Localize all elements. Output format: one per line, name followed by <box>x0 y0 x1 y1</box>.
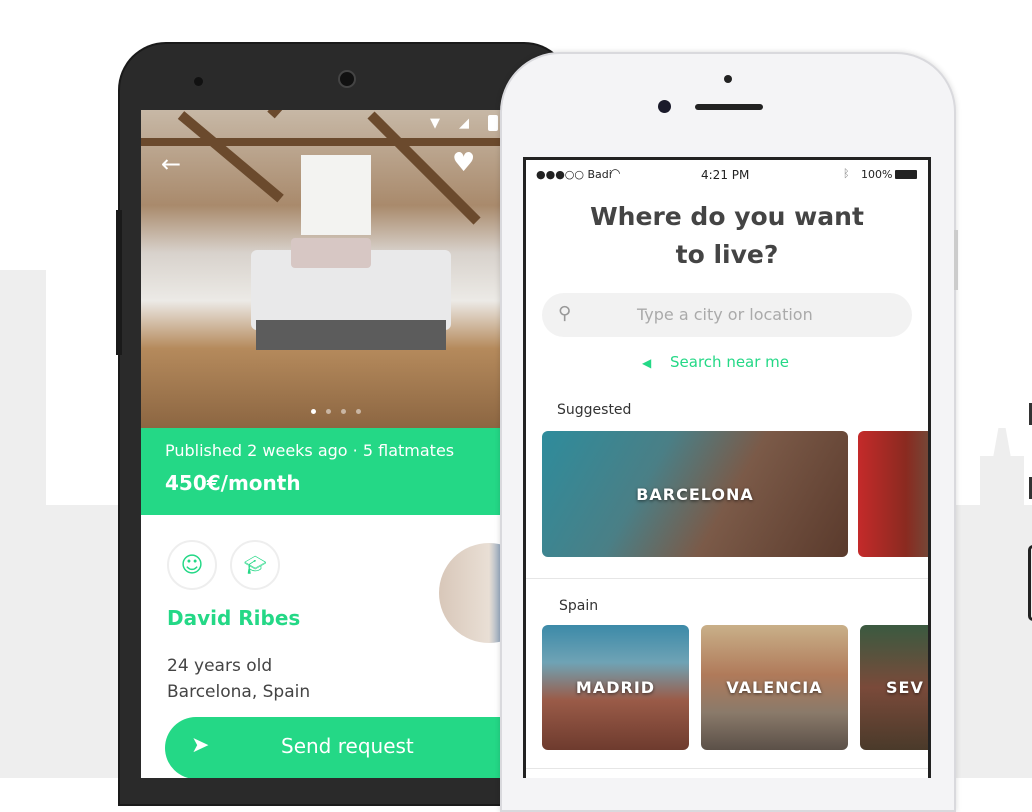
roof-beam <box>267 110 356 119</box>
page-dot[interactable] <box>356 409 361 414</box>
page-title: Where do you want to live? <box>526 198 928 274</box>
android-speaker <box>338 70 356 88</box>
section-divider <box>526 578 928 579</box>
city-card-label: BARCELONA <box>636 484 754 504</box>
avatar[interactable] <box>439 543 501 643</box>
bed-base <box>256 320 446 350</box>
spain-section-label: Spain <box>559 598 599 614</box>
host-location: Barcelona, Spain <box>167 682 311 702</box>
page-dot[interactable] <box>341 409 346 414</box>
heart-icon[interactable]: ♥ <box>452 148 475 178</box>
battery-icon <box>488 115 498 131</box>
iphone-screen: ●●●○○ Badi ◠ 4:21 PM ᛒ 100% Where do you… <box>523 157 931 778</box>
city-card-label: VALENCIA <box>726 678 823 697</box>
iphone-side-button <box>954 230 958 290</box>
android-side-button <box>116 210 122 355</box>
wifi-icon: ▼ <box>430 116 440 131</box>
wifi-icon: ◠ <box>610 166 621 180</box>
badge-face[interactable]: ☺ <box>167 540 217 590</box>
city-card-label: MADRID <box>575 678 656 697</box>
search-near-me-label: Search near me <box>670 353 790 371</box>
host-age: 24 years old <box>167 656 273 676</box>
iphone-speaker <box>695 104 763 110</box>
face-icon: ☺ <box>180 552 204 578</box>
carrier-status: ●●●○○ Badi <box>536 168 612 181</box>
section-divider <box>526 768 928 769</box>
page-title-line: to live? <box>675 240 779 269</box>
city-card-label: SEV <box>886 678 924 697</box>
city-card-suggested-next[interactable] <box>858 431 928 557</box>
paper-plane-icon: ➤ <box>191 733 210 758</box>
page-dot[interactable] <box>326 409 331 414</box>
host-name[interactable]: David Ribes <box>167 606 300 630</box>
search-placeholder: Type a city or location <box>637 305 813 324</box>
back-arrow-icon[interactable]: ← <box>161 150 181 178</box>
photo-pagination-dots <box>311 409 361 414</box>
battery-percent: 100% <box>861 168 893 181</box>
window <box>301 155 371 235</box>
partial-button-edge <box>1028 545 1032 621</box>
city-card-madrid[interactable]: MADRID <box>542 625 689 750</box>
page-title-line: Where do you want <box>590 202 864 231</box>
suggested-section-label: Suggested <box>557 402 632 418</box>
signal-icon: ◢ <box>459 116 469 131</box>
send-request-label: Send request <box>281 734 414 758</box>
city-card-barcelona[interactable]: BARCELONA <box>542 431 848 557</box>
send-request-button[interactable]: ➤ Send request <box>165 717 501 778</box>
city-card-sevilla[interactable]: SEV <box>860 625 928 750</box>
listing-price: 450€/month <box>165 471 301 495</box>
search-input[interactable]: ⚲ Type a city or location <box>542 293 912 337</box>
battery-icon <box>895 170 917 179</box>
badge-student[interactable]: 🎓︎ <box>230 540 280 590</box>
listing-summary-banner: Published 2 weeks ago · 5 flatmates 450€… <box>141 428 501 515</box>
city-card-valencia[interactable]: VALENCIA <box>701 625 848 750</box>
location-arrow-icon: ◀ <box>642 356 652 370</box>
listing-meta: Published 2 weeks ago · 5 flatmates <box>165 441 455 460</box>
skyline-spire <box>993 428 1011 458</box>
roof-beam <box>141 138 501 146</box>
iphone-camera <box>658 100 671 113</box>
roof-beam <box>177 111 284 203</box>
status-time: 4:21 PM <box>701 168 750 182</box>
pillows <box>291 238 371 268</box>
search-near-me-link[interactable]: ◀ Search near me <box>642 353 789 371</box>
listing-photo[interactable] <box>141 110 501 428</box>
android-screen: ▼ ◢ ← ♥ Published 2 weeks ago · 5 flatma… <box>141 110 501 778</box>
android-camera <box>194 77 203 86</box>
skyline-building <box>980 456 1024 516</box>
graduation-cap-icon: 🎓︎ <box>243 554 267 576</box>
search-icon: ⚲ <box>558 303 572 324</box>
page-dot-active[interactable] <box>311 409 316 414</box>
iphone-proximity-sensor <box>724 75 732 83</box>
bluetooth-icon: ᛒ <box>843 167 850 180</box>
